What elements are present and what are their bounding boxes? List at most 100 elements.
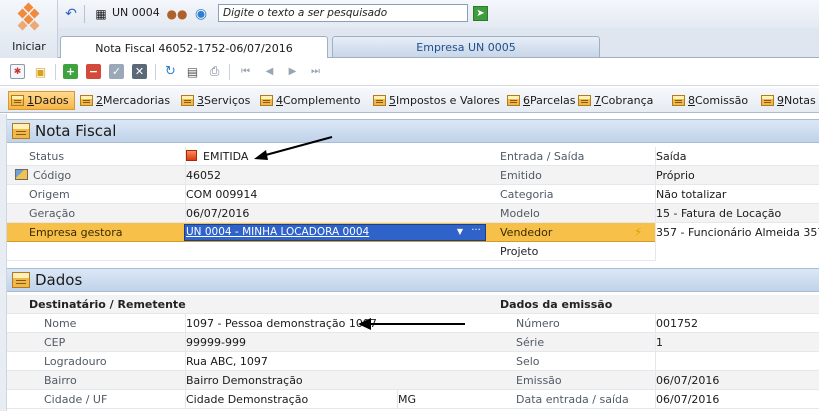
start-menu[interactable]: Iniciar <box>0 0 58 58</box>
field-label: Logradouro <box>44 355 107 368</box>
form-row: Bairro Bairro Demonstração Emissão 06/07… <box>7 371 819 390</box>
field-value-uf[interactable]: MG <box>397 390 485 409</box>
group-heading-emissao: Dados da emissão <box>500 298 613 311</box>
field-label: Entrada / Saída <box>500 150 585 163</box>
field-label: Projeto <box>500 245 539 258</box>
field-label: Geração <box>29 207 76 220</box>
form-icon <box>578 95 591 106</box>
field-value[interactable]: 15 - Fatura de Locação <box>655 204 819 223</box>
users-icon[interactable]: ●● <box>167 5 188 23</box>
projeto-input[interactable] <box>655 242 819 261</box>
field-value[interactable]: 99999-999 <box>185 333 485 352</box>
refresh-icon[interactable]: ↻ <box>163 64 178 79</box>
preview-icon[interactable]: ▤ <box>185 64 200 79</box>
document-tabs: Nota Fiscal 46052-1752-06/07/2016 Empres… <box>58 28 819 59</box>
confirm-icon[interactable]: ✓ <box>109 64 124 79</box>
field-label: Série <box>516 336 545 349</box>
field-value[interactable]: 001752 <box>655 314 819 333</box>
nota-fiscal-header[interactable]: Nota Fiscal <box>7 119 819 143</box>
tab-nota-fiscal[interactable]: Nota Fiscal 46052-1752-06/07/2016 <box>60 36 328 59</box>
field-label: Nome <box>44 317 77 330</box>
field-value[interactable]: Saída <box>655 147 819 166</box>
form-icon <box>12 272 30 288</box>
section-tab-cobranca[interactable]: 7 Cobrança <box>576 91 653 110</box>
field-value[interactable]: Rua ABC, 1097 <box>185 352 485 371</box>
search-input[interactable] <box>218 4 468 22</box>
field-value[interactable]: 06/07/2016 <box>655 390 819 409</box>
status-value[interactable]: EMITIDA <box>185 147 485 166</box>
field-value[interactable]: 357 - Funcionário Almeida 357 <box>655 223 819 242</box>
unit-grid-icon[interactable]: ▦ <box>92 5 110 23</box>
section-tab-mercadorias[interactable]: 2 Mercadorias <box>78 91 170 110</box>
chevron-down-icon[interactable]: ▼ <box>453 224 467 240</box>
status-flag-icon <box>186 150 197 161</box>
section-tabs: 1 Dados 2 Mercadorias 3 Serviços 4 Compl… <box>0 88 819 113</box>
lightning-icon[interactable]: ⚡ <box>634 223 642 242</box>
form-row-headings: Destinatário / Remetente Dados da emissã… <box>7 295 819 314</box>
section-tab-complemento[interactable]: 4 Complemento <box>258 91 360 110</box>
unit-selector[interactable]: UN 0004 <box>112 6 160 19</box>
left-gutter <box>0 114 7 411</box>
form-row: Origem COM 009914 Categoria Não totaliza… <box>7 185 819 204</box>
chat-icon[interactable]: ◉ <box>192 5 210 23</box>
section-tab-impostos[interactable]: 5 Impostos e Valores <box>371 91 500 110</box>
cancel-icon[interactable]: ✕ <box>132 64 147 79</box>
field-value-cidade[interactable]: Cidade Demonstração <box>185 390 397 409</box>
section-tab-parcelas[interactable]: 6 Parcelas <box>505 91 576 110</box>
field-label: Cidade / UF <box>44 393 108 406</box>
form-icon <box>761 95 774 106</box>
field-value[interactable]: 06/07/2016 <box>185 204 485 223</box>
remove-icon[interactable]: − <box>86 64 101 79</box>
form-icon <box>373 95 386 106</box>
field-value[interactable]: 1 <box>655 333 819 352</box>
tab-empresa[interactable]: Empresa UN 0005 <box>332 36 600 58</box>
field-label: Bairro <box>44 374 77 387</box>
next-record-icon[interactable]: ▶ <box>285 64 300 79</box>
annotation-arrow-status <box>254 136 333 160</box>
add-icon[interactable]: + <box>63 64 78 79</box>
new-record-icon[interactable]: ✱ <box>10 64 25 79</box>
field-value[interactable]: 06/07/2016 <box>655 371 819 390</box>
lock-icon[interactable]: ▣ <box>33 64 48 79</box>
field-value[interactable]: Próprio <box>655 166 819 185</box>
section-tab-servicos[interactable]: 3 Serviços <box>179 91 250 110</box>
toolbar-separator <box>155 64 156 80</box>
form-icon <box>260 95 273 106</box>
undo-icon[interactable]: ↶ <box>62 5 80 23</box>
start-label: Iniciar <box>12 40 46 53</box>
dados-header[interactable]: Dados <box>7 268 819 292</box>
edit-code-icon[interactable] <box>15 169 28 180</box>
previous-record-icon[interactable]: ◀ <box>262 64 277 79</box>
form-row: Código 46052 Emitido Próprio <box>7 166 819 185</box>
form-icon <box>181 95 194 106</box>
field-value[interactable]: COM 009914 <box>185 185 485 204</box>
search-go-button[interactable]: ➤ <box>473 6 488 21</box>
form-icon <box>80 95 93 106</box>
field-value[interactable]: Bairro Demonstração <box>185 371 485 390</box>
more-options-icon[interactable]: ··· <box>468 224 484 240</box>
field-label: Data entrada / saída <box>516 393 629 406</box>
section-title: Nota Fiscal <box>35 122 117 140</box>
form-row: Cidade / UF Cidade Demonstração MG Data … <box>7 390 819 409</box>
field-value[interactable]: 46052 <box>185 166 485 185</box>
field-value[interactable]: Não totalizar <box>655 185 819 204</box>
field-label: Empresa gestora <box>29 226 123 239</box>
field-label: Categoria <box>500 188 554 201</box>
form-row: Status EMITIDA Entrada / Saída Saída <box>7 147 819 166</box>
section-tab-notas[interactable]: 9 Notas <box>759 91 816 110</box>
field-label: Origem <box>29 188 70 201</box>
field-label-codigo: Código <box>15 166 170 185</box>
form-icon <box>11 95 24 106</box>
form-row: CEP 99999-999 Série 1 <box>7 333 819 352</box>
print-icon[interactable]: ⎙ <box>207 64 222 79</box>
field-label: Número <box>516 317 560 330</box>
empresa-gestora-select[interactable]: UN 0004 - MINHA LOCADORA 0004 <box>184 224 486 241</box>
section-tab-comissao[interactable]: 8 Comissão <box>670 91 748 110</box>
first-record-icon[interactable]: ⏮ <box>238 64 253 79</box>
last-record-icon[interactable]: ⏭ <box>308 64 323 79</box>
toolbar-separator <box>84 5 85 23</box>
field-value[interactable] <box>655 352 819 371</box>
section-tab-dados[interactable]: 1 Dados <box>8 91 75 110</box>
form-row: Geração 06/07/2016 Modelo 15 - Fatura de… <box>7 204 819 223</box>
field-label: Vendedor <box>500 226 553 239</box>
